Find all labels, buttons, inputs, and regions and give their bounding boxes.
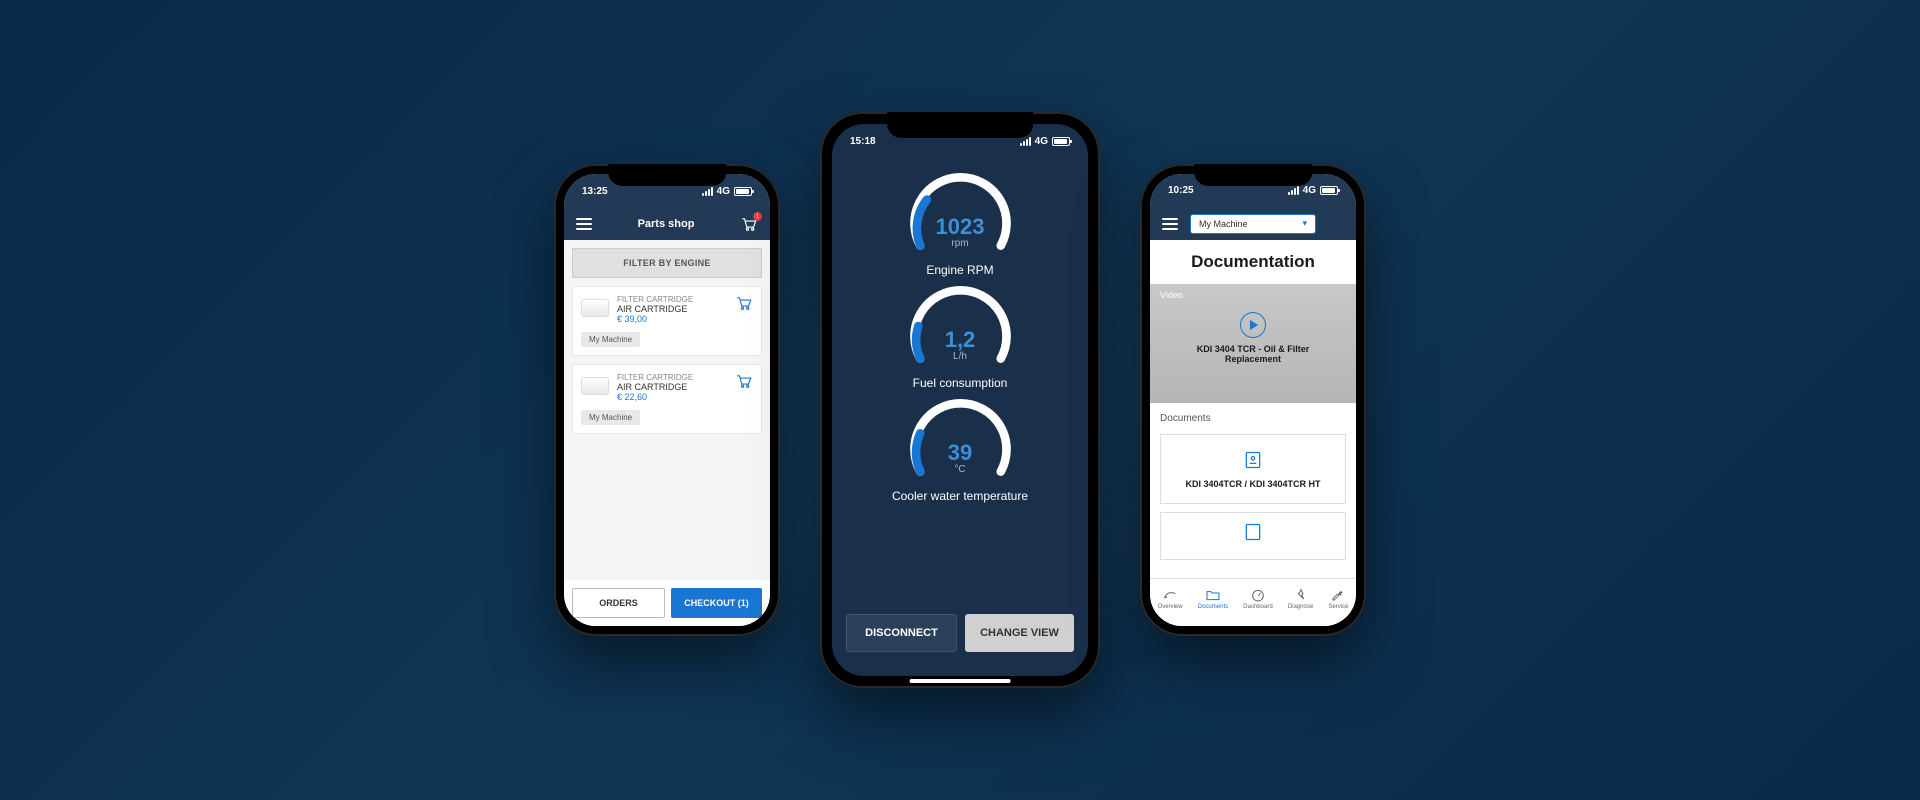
document-name: KDI 3404TCR / KDI 3404TCR HT	[1171, 479, 1335, 489]
item-category: FILTER CARTRIDGE	[617, 295, 727, 304]
documents-section: Documents KDI 3404TCR / KDI 3404TCR HT	[1150, 403, 1356, 578]
gauge-unit: °C	[954, 464, 965, 475]
signal-bars-icon	[1288, 186, 1299, 195]
phone-documentation: 10:25 4G My Machine ▾ Documentation Vide…	[1140, 164, 1366, 636]
gauges-container: 1023 rpm Engine RPM 1,2 L/h Fuel consump…	[832, 158, 1088, 602]
gauge-unit: L/h	[953, 351, 967, 362]
phone-parts-shop: 13:25 4G Parts shop 1 FILTER BY ENGINE F	[554, 164, 780, 636]
gauge-label: Cooler water temperature	[892, 489, 1028, 503]
cart-badge: 1	[753, 212, 762, 221]
gauge-unit: rpm	[951, 238, 968, 249]
cart-icon[interactable]: 1	[740, 216, 758, 232]
gauge-fuel: 1,2 L/h Fuel consumption	[903, 283, 1018, 390]
gauge-label: Engine RPM	[926, 263, 993, 277]
item-price: € 39,00	[617, 314, 727, 324]
home-indicator[interactable]	[626, 627, 707, 631]
page-title: Documentation	[1150, 240, 1356, 284]
video-section[interactable]: Video KDI 3404 TCR - Oil & Filter Replac…	[1150, 284, 1356, 403]
signal-bars-icon	[1020, 137, 1031, 146]
orders-button[interactable]: ORDERS	[572, 588, 665, 618]
status-time: 10:25	[1168, 185, 1194, 196]
shop-item[interactable]: FILTER CARTRIDGE AIR CARTRIDGE € 39,00 M…	[572, 286, 762, 356]
home-indicator[interactable]	[1212, 627, 1293, 631]
notch	[887, 112, 1033, 138]
dashboard-footer: DISCONNECT CHANGE VIEW	[832, 602, 1088, 676]
add-to-cart-icon[interactable]	[735, 373, 753, 391]
tab-dashboard[interactable]: Dashboard	[1243, 588, 1272, 610]
gauge-value: 1,2	[945, 327, 976, 353]
video-title: KDI 3404 TCR - Oil & Filter Replacement	[1150, 344, 1356, 364]
signal-text: 4G	[717, 186, 730, 197]
item-tag: My Machine	[581, 332, 640, 347]
filter-by-engine-button[interactable]: FILTER BY ENGINE	[572, 248, 762, 278]
disconnect-button[interactable]: DISCONNECT	[846, 614, 957, 652]
shop-body: FILTER BY ENGINE FILTER CARTRIDGE AIR CA…	[564, 240, 770, 580]
change-view-button[interactable]: CHANGE VIEW	[965, 614, 1074, 652]
video-section-label: Video	[1160, 290, 1183, 300]
item-category: FILTER CARTRIDGE	[617, 373, 727, 382]
home-indicator[interactable]	[910, 679, 1011, 683]
item-thumbnail	[581, 299, 609, 317]
menu-icon[interactable]	[576, 218, 592, 230]
document-icon	[1242, 521, 1264, 543]
phone-dashboard: 15:18 4G 1023 rpm Engine RPM 1,2 L/h Fue…	[820, 112, 1100, 688]
add-to-cart-icon[interactable]	[735, 295, 753, 313]
notch	[1194, 164, 1312, 186]
gauge-label: Fuel consumption	[913, 376, 1008, 390]
gauge-value: 39	[948, 440, 972, 466]
status-time: 15:18	[850, 136, 876, 147]
tab-bar: Overview Documents Dashboard Diagnose Se…	[1150, 578, 1356, 626]
signal-text: 4G	[1035, 136, 1048, 147]
battery-icon	[1320, 186, 1338, 195]
checkout-button[interactable]: CHECKOUT (1)	[671, 588, 762, 618]
dropdown-value: My Machine	[1199, 219, 1248, 229]
item-tag: My Machine	[581, 410, 640, 425]
shop-item[interactable]: FILTER CARTRIDGE AIR CARTRIDGE € 22,60 M…	[572, 364, 762, 434]
battery-icon	[1052, 137, 1070, 146]
gauge-value: 1023	[936, 214, 985, 240]
signal-bars-icon	[702, 187, 713, 196]
tab-documents[interactable]: Documents	[1198, 588, 1228, 610]
tab-service[interactable]: Service	[1328, 588, 1348, 610]
documents-section-label: Documents	[1160, 413, 1346, 424]
battery-icon	[734, 187, 752, 196]
item-name: AIR CARTRIDGE	[617, 304, 727, 314]
play-icon[interactable]	[1240, 312, 1266, 338]
document-card[interactable]: KDI 3404TCR / KDI 3404TCR HT	[1160, 434, 1346, 504]
document-card[interactable]	[1160, 512, 1346, 560]
item-name: AIR CARTRIDGE	[617, 382, 727, 392]
chevron-down-icon: ▾	[1302, 218, 1307, 229]
gauge-temp: 39 °C Cooler water temperature	[892, 396, 1028, 503]
tab-diagnose[interactable]: Diagnose	[1288, 588, 1313, 610]
item-price: € 22,60	[617, 392, 727, 402]
navbar: My Machine ▾	[1150, 208, 1356, 240]
gauge-rpm: 1023 rpm Engine RPM	[903, 170, 1018, 277]
menu-icon[interactable]	[1162, 218, 1178, 230]
tab-overview[interactable]: Overview	[1158, 588, 1183, 610]
notch	[608, 164, 726, 186]
page-title: Parts shop	[638, 218, 695, 230]
signal-text: 4G	[1303, 185, 1316, 196]
status-time: 13:25	[582, 186, 608, 197]
navbar: Parts shop 1	[564, 208, 770, 240]
machine-dropdown[interactable]: My Machine ▾	[1190, 214, 1316, 234]
document-icon	[1242, 449, 1264, 471]
item-thumbnail	[581, 377, 609, 395]
shop-footer: ORDERS CHECKOUT (1)	[564, 580, 770, 626]
